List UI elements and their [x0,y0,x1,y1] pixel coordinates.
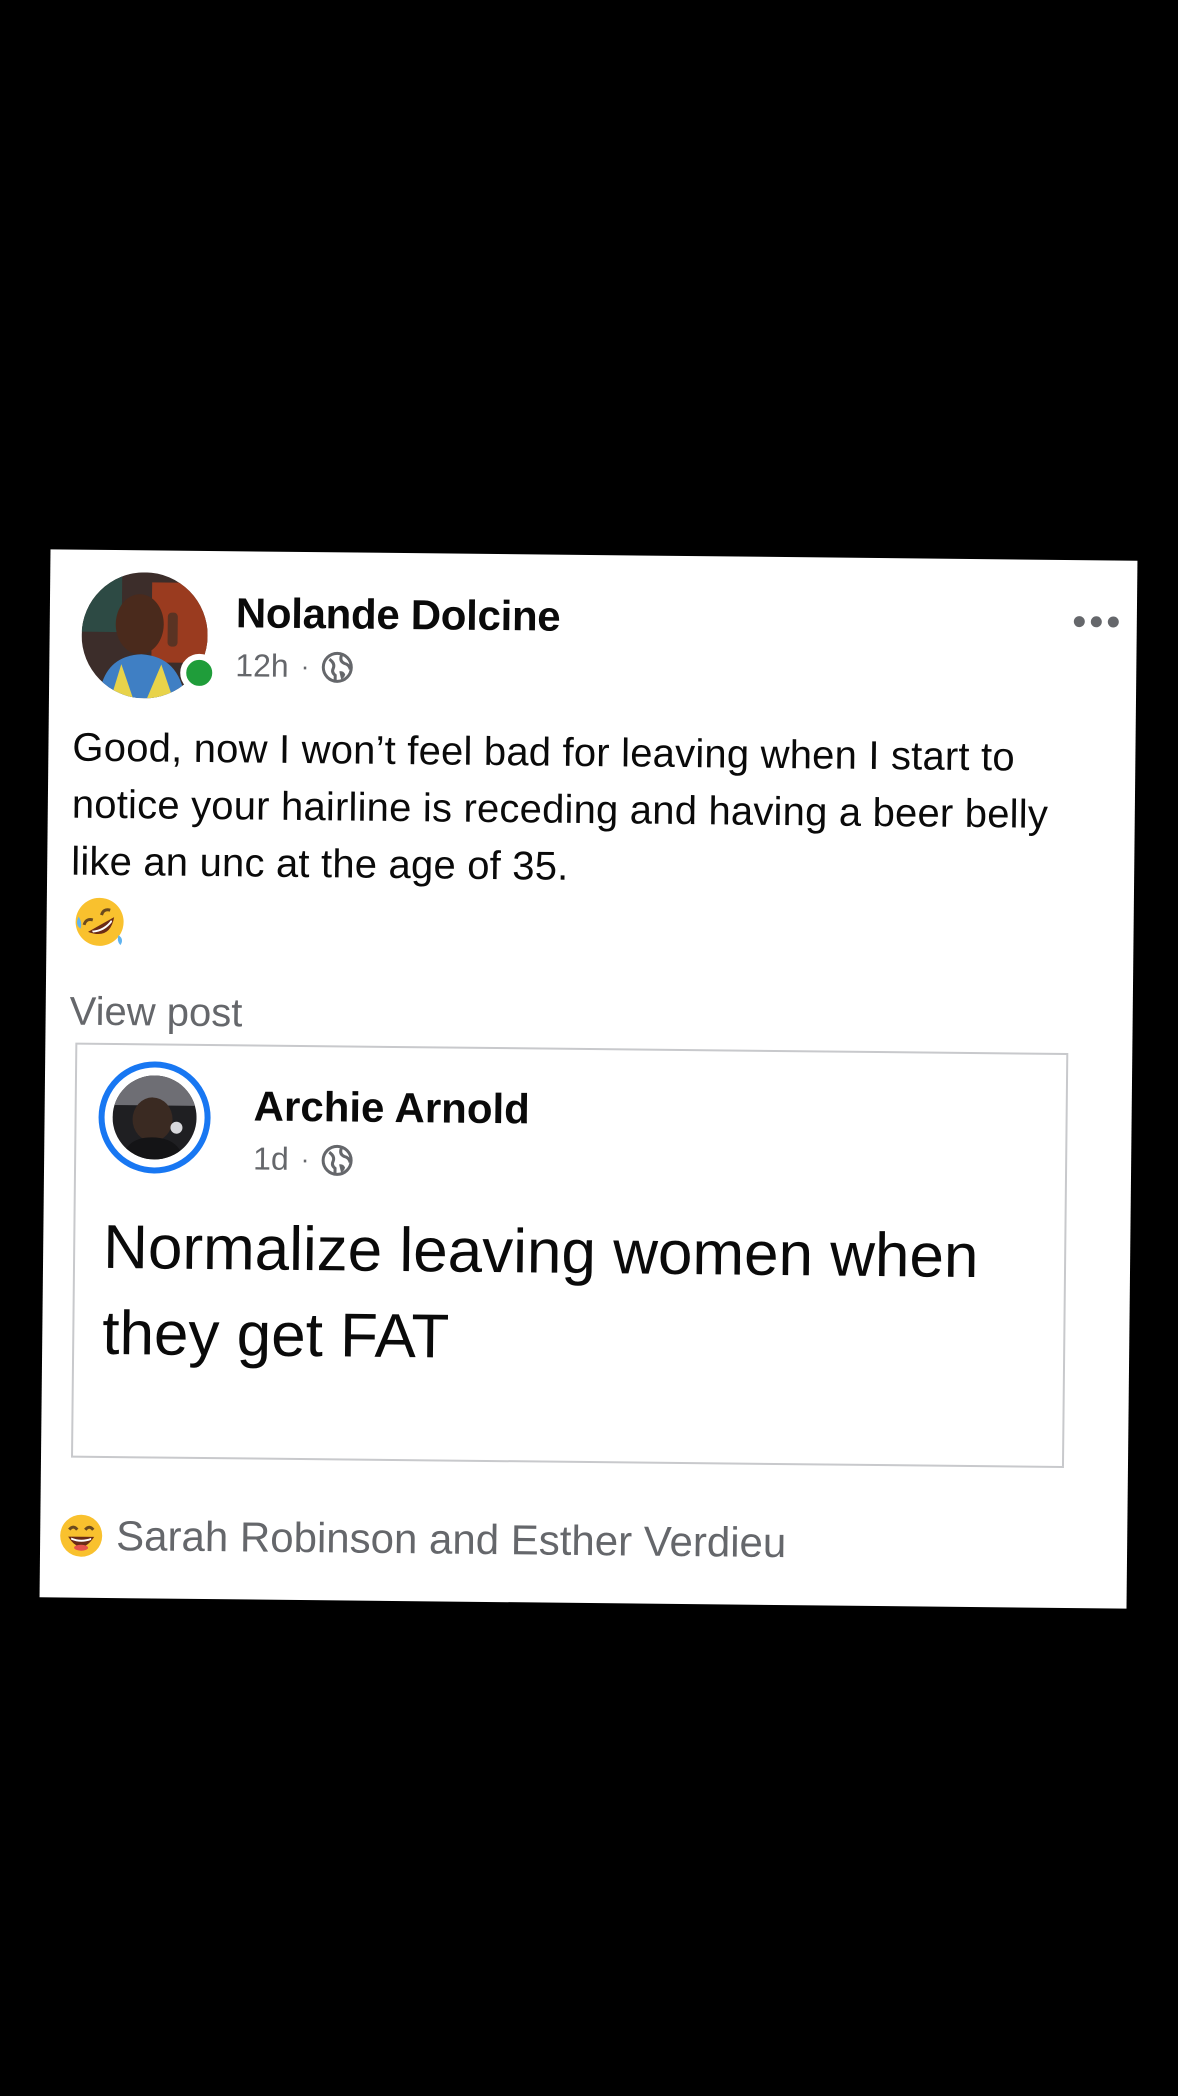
shared-post-meta: 1d · [253,1140,354,1178]
globe-icon [321,1144,353,1176]
post-timestamp[interactable]: 12h [235,647,289,685]
post-card: Nolande Dolcine 12h · Good, now I won’t … [39,549,1138,1609]
post-text: Good, now I won’t feel bad for leaving w… [71,725,1049,889]
rolling-laughing-emoji-icon [75,897,124,946]
shared-author-avatar[interactable] [97,1060,212,1175]
more-options-icon[interactable] [1073,616,1119,628]
shared-post-author-name[interactable]: Archie Arnold [253,1082,530,1133]
shared-post-timestamp[interactable]: 1d [253,1140,289,1177]
meta-separator: · [300,1143,310,1175]
post-meta: 12h · [235,647,353,685]
shared-post-card[interactable]: Archie Arnold 1d · Normalize leaving wom… [71,1042,1069,1469]
reaction-names[interactable]: Sarah Robinson and Esther Verdieu [116,1512,787,1567]
globe-icon [321,651,353,683]
reactions-summary[interactable]: Sarah Robinson and Esther Verdieu [58,1511,787,1567]
post-author-name[interactable]: Nolande Dolcine [236,589,561,640]
grinning-face-emoji-icon [60,1514,103,1557]
shared-post-text: Normalize leaving women when they get FA… [101,1212,979,1372]
online-status-indicator [180,653,219,693]
view-post-link[interactable]: View post [69,990,242,1037]
meta-separator: · [300,650,310,682]
